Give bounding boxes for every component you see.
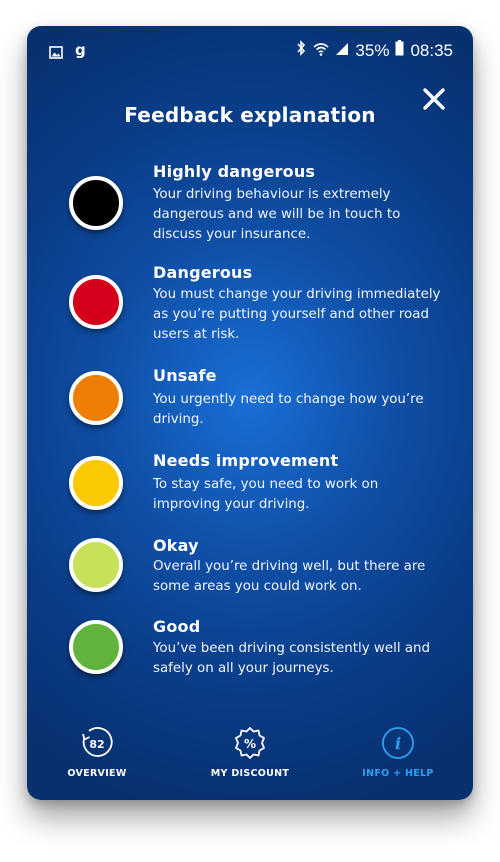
status-time: 08:35 [410, 40, 453, 60]
svg-text:g: g [75, 43, 86, 59]
wifi-icon [313, 41, 329, 61]
feedback-level-description: You’ve been driving consistently well an… [153, 641, 431, 676]
feedback-level-heading: Needs improvement [153, 451, 339, 470]
bluetooth-icon [295, 40, 307, 61]
score-ring-icon: 82 [82, 727, 113, 757]
feedback-level-heading: Unsafe [153, 366, 217, 385]
feedback-level-heading: Okay [153, 536, 199, 555]
feedback-level-heading: Highly dangerous [153, 162, 316, 181]
discount-symbol: % [244, 737, 256, 751]
overview-score: 82 [89, 738, 104, 751]
nav-my-discount-label: MY DISCOUNT [210, 768, 290, 779]
status-bar: g 35% 08:35 [27, 26, 473, 76]
feedback-level-description: You urgently need to change how you’re d… [153, 392, 424, 427]
app-screen: g 35% 08:35 Feedback explanation Highly … [27, 26, 473, 800]
highly-dangerous-color-dot [69, 176, 123, 230]
okay-color-dot [69, 538, 123, 592]
info-icon: i [382, 727, 414, 759]
status-bar-right: 35% 08:35 [295, 40, 453, 61]
bottom-navigation: 82 OVERVIEW % MY DISCOUNT i INFO + HELP [27, 726, 473, 800]
unsafe-color-dot [69, 371, 123, 425]
page-title: Feedback explanation [124, 103, 376, 127]
signal-icon [335, 41, 349, 61]
nav-overview-label: OVERVIEW [67, 768, 127, 779]
good-color-dot [69, 620, 123, 674]
percent-badge-icon: % [235, 727, 265, 759]
feedback-level-heading: Dangerous [153, 263, 253, 282]
feedback-level-description: To stay safe, you need to work on improv… [153, 477, 379, 512]
feedback-level-heading: Good [153, 617, 201, 636]
feedback-level-description: You must change your driving immediately… [153, 287, 441, 342]
needs-improvement-color-dot [69, 456, 123, 510]
nav-info-help-label: INFO + HELP [362, 768, 434, 779]
info-symbol: i [395, 734, 401, 753]
screenshot-frame: g 35% 08:35 Feedback explanation Highly … [0, 0, 500, 862]
status-bar-left: g [49, 41, 87, 64]
g-app-icon: g [75, 41, 87, 64]
nav-overview-button[interactable]: 82 OVERVIEW [37, 726, 157, 786]
nav-info-help-button[interactable]: i INFO + HELP [338, 726, 458, 786]
nav-my-discount-button[interactable]: % MY DISCOUNT [190, 726, 310, 786]
dangerous-color-dot [69, 275, 123, 329]
gallery-icon [49, 44, 63, 63]
battery-percent: 35% [355, 40, 390, 60]
battery-icon [395, 40, 404, 61]
feedback-level-description: Overall you’re driving well, but there a… [153, 559, 426, 594]
feedback-level-description: Your driving behaviour is extremely dang… [153, 187, 401, 242]
